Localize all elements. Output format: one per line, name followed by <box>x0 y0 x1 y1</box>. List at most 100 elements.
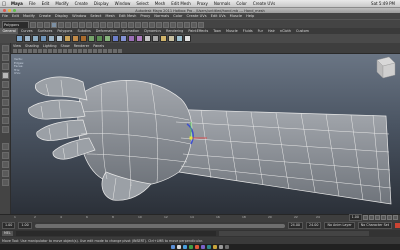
maya-menu-edit-mesh[interactable]: Edit Mesh <box>117 14 139 18</box>
menubar-item-select[interactable]: Select <box>133 1 151 6</box>
maya-menu-muscle[interactable]: Muscle <box>228 14 244 18</box>
playback-end-field[interactable]: 24.00 <box>287 222 304 229</box>
lights-icon[interactable] <box>88 48 92 53</box>
smooth-icon[interactable] <box>88 35 95 42</box>
range-bar[interactable] <box>34 223 285 228</box>
menubar-item-edit[interactable]: Edit <box>39 1 53 6</box>
finger-middle-mesh[interactable] <box>28 99 86 120</box>
app-menu[interactable]: Maya <box>8 1 26 6</box>
maya-menu-window[interactable]: Window <box>70 14 88 18</box>
render-settings-icon[interactable] <box>170 21 176 28</box>
select-object-icon[interactable] <box>58 21 64 28</box>
combine-icon[interactable] <box>64 35 71 42</box>
new-scene-icon[interactable] <box>30 21 36 28</box>
select-tool-icon[interactable] <box>1 45 9 52</box>
menubar-item-display[interactable]: Display <box>91 1 112 6</box>
render-icon[interactable] <box>156 21 162 28</box>
open-scene-icon[interactable] <box>37 21 43 28</box>
safe-title-icon[interactable] <box>63 48 67 53</box>
panel-menu-show[interactable]: Show <box>59 44 72 48</box>
play-back-icon[interactable] <box>375 215 380 220</box>
select-component-icon[interactable] <box>65 21 71 28</box>
command-input[interactable] <box>15 231 216 236</box>
snap-grid-icon[interactable] <box>121 21 127 28</box>
photoshop-icon[interactable] <box>213 245 217 249</box>
cube-icon[interactable] <box>24 35 31 42</box>
viewport-persp[interactable]: Verts: Edges: Faces: Tris: UVs: <box>11 54 400 214</box>
extrude-icon[interactable] <box>96 35 103 42</box>
key-icon[interactable] <box>395 223 400 228</box>
ipr-render-icon[interactable] <box>163 21 169 28</box>
play-icon[interactable] <box>381 215 386 220</box>
resolution-gate-icon[interactable] <box>43 48 47 53</box>
layout-persp-graph-icon[interactable] <box>1 170 9 177</box>
step-back-icon[interactable] <box>369 215 374 220</box>
grid-icon[interactable] <box>33 48 37 53</box>
step-forward-icon[interactable] <box>387 215 392 220</box>
apple-icon[interactable]:  <box>0 1 8 7</box>
scale-tool-icon[interactable] <box>1 90 9 97</box>
playback-start-field[interactable]: 1.00 <box>18 222 32 229</box>
menubar-item-window[interactable]: Window <box>112 1 134 6</box>
safari-icon[interactable] <box>183 245 187 249</box>
maya-menu-edit[interactable]: Edit <box>10 14 21 18</box>
mask-joint-icon[interactable] <box>79 21 85 28</box>
maya-menu-edit-uvs[interactable]: Edit UVs <box>209 14 228 18</box>
film-gate-icon[interactable] <box>38 48 42 53</box>
gate-mask-icon[interactable] <box>48 48 52 53</box>
mask-render-icon[interactable] <box>114 21 120 28</box>
finder-icon[interactable] <box>171 245 175 249</box>
history-icon[interactable] <box>149 21 155 28</box>
torus-icon[interactable] <box>56 35 63 42</box>
extract-icon[interactable] <box>80 35 87 42</box>
end-time-field[interactable]: 24.00 <box>306 222 322 229</box>
camera-attributes-icon[interactable] <box>18 48 22 53</box>
xray-joints-icon[interactable] <box>108 48 112 53</box>
mask-handle-icon[interactable] <box>72 21 78 28</box>
time-slider[interactable]: 1 2 4 6 8 10 12 14 16 18 20 22 24 <box>0 214 400 222</box>
mask-deform-icon[interactable] <box>100 21 106 28</box>
show-manip-icon[interactable] <box>1 117 9 124</box>
snap-plane-icon[interactable] <box>142 21 148 28</box>
bevel-icon[interactable] <box>136 35 143 42</box>
mirror-icon[interactable] <box>168 35 175 42</box>
menubar-item-create[interactable]: Create <box>72 1 91 6</box>
terminal-icon[interactable] <box>219 245 223 249</box>
image-plane-icon[interactable] <box>28 48 32 53</box>
shadows-icon[interactable] <box>93 48 97 53</box>
maya-menu-create-uvs[interactable]: Create UVs <box>185 14 209 18</box>
rotate-tool-icon[interactable] <box>1 81 9 88</box>
paint-select-tool-icon[interactable] <box>1 63 9 70</box>
start-time-field[interactable]: 1.00 <box>2 222 16 229</box>
isolate-select-icon[interactable] <box>98 48 102 53</box>
move-tool-icon[interactable] <box>1 72 9 79</box>
safe-action-icon[interactable] <box>58 48 62 53</box>
menubar-item-file[interactable]: File <box>26 1 39 6</box>
menubar-item-color[interactable]: Color <box>233 1 249 6</box>
maya-menu-modify[interactable]: Modify <box>21 14 37 18</box>
maya-menu-display[interactable]: Display <box>53 14 70 18</box>
delete-history-icon[interactable] <box>184 35 191 42</box>
menubar-item-mesh[interactable]: Mesh <box>152 1 169 6</box>
menubar-item-proxy[interactable]: Proxy <box>194 1 211 6</box>
wireframe-icon[interactable] <box>68 48 72 53</box>
attribute-editor-icon[interactable] <box>191 21 197 28</box>
panel-menu-panels[interactable]: Panels <box>91 44 106 48</box>
system-prefs-icon[interactable] <box>177 245 181 249</box>
menubar-item-create-uvs[interactable]: Create UVs <box>250 1 278 6</box>
snap-point-icon[interactable] <box>135 21 141 28</box>
maya-icon[interactable] <box>207 245 211 249</box>
merge-vertices-icon[interactable] <box>128 35 135 42</box>
wireframe-on-shaded-icon[interactable] <box>78 48 82 53</box>
hand-mesh[interactable] <box>11 54 400 214</box>
go-to-start-icon[interactable] <box>363 215 368 220</box>
layout-persp-outliner-icon[interactable] <box>1 161 9 168</box>
trash-icon[interactable] <box>225 245 229 249</box>
last-tool-icon[interactable] <box>1 126 9 133</box>
cylinder-icon[interactable] <box>32 35 39 42</box>
menubar-item-edit-mesh[interactable]: Edit Mesh <box>168 1 194 6</box>
mask-surface-icon[interactable] <box>93 21 99 28</box>
field-chart-icon[interactable] <box>53 48 57 53</box>
split-polygon-icon[interactable] <box>112 35 119 42</box>
minimize-window-button[interactable] <box>8 9 11 12</box>
